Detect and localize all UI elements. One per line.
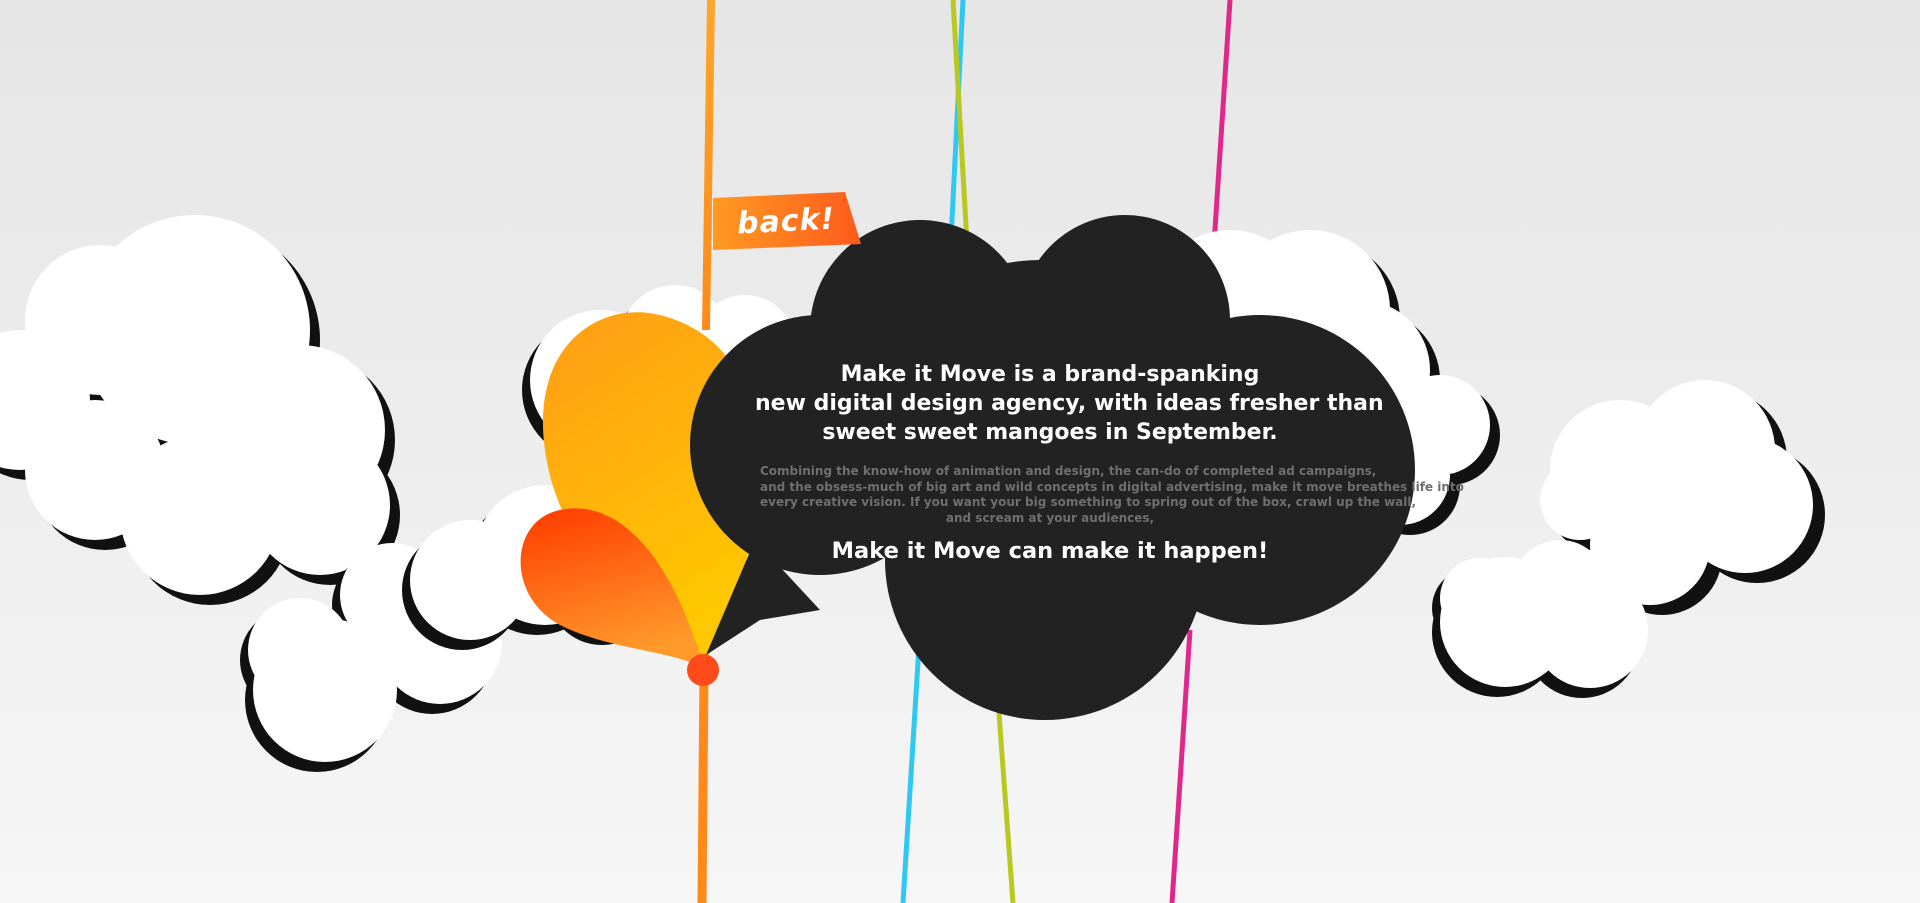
back-label: back! — [736, 201, 836, 242]
headline-line: new digital design agency, with ideas fr… — [755, 391, 1384, 416]
headline-line: sweet sweet mangoes in September. — [822, 420, 1278, 445]
back-flag-button[interactable]: back! — [713, 192, 863, 256]
headline-line: Make it Move is a brand-spanking — [840, 362, 1260, 387]
body-line: every creative vision. If you want your … — [760, 495, 1417, 509]
cloud-left — [0, 215, 400, 605]
hero-closing: Make it Move can make it happen! — [831, 538, 1269, 564]
hero-body-copy: Combining the know-how of animation and … — [760, 464, 1464, 526]
body-line: Combining the know-how of animation and … — [760, 464, 1377, 478]
body-line: and scream at your audiences, — [945, 510, 1155, 525]
body-line: and the obsess-much of big art and wild … — [760, 479, 1464, 494]
background-scene — [0, 0, 1825, 903]
hero-headline: Make it Move is a brand-spanking new dig… — [755, 360, 1384, 447]
